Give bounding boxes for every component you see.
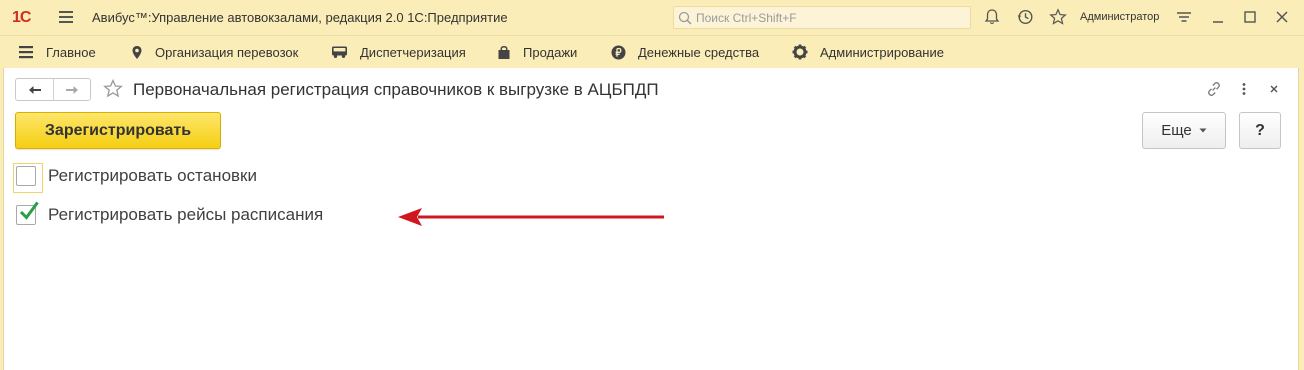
check-mark-icon [19,201,39,220]
location-pin-icon [132,45,142,59]
form-close-icon[interactable] [1265,80,1283,98]
navigation-buttons [15,78,91,101]
minimize-icon[interactable] [1209,8,1229,28]
register-button[interactable]: Зарегистрировать [15,112,221,149]
section-sales[interactable]: Продажи [497,36,577,68]
section-money[interactable]: Денежные средства [611,36,759,68]
arrow-right-icon [66,85,78,94]
user-name[interactable]: Администратор [1080,11,1159,23]
section-label: Организация перевозок [155,44,299,60]
bus-icon [332,46,347,58]
settings-icon[interactable] [1175,8,1195,28]
main-menu-icon[interactable] [59,11,73,23]
section-label: Администрирование [820,44,944,60]
favorites-star-icon[interactable] [1049,8,1069,28]
section-transport-organization[interactable]: Организация перевозок [131,36,298,68]
more-button[interactable]: Еще [1142,112,1226,149]
arrow-left-icon [28,85,41,94]
forward-button[interactable] [53,79,90,100]
more-button-label: Еще [1161,122,1192,139]
checkbox-checked[interactable] [16,201,39,225]
title-bar: 1С Авибус™:Управление автовокзалами, ред… [0,0,1304,35]
section-dispatching[interactable]: Диспетчеризация [331,36,466,68]
form-title: Первоначальная регистрация справочников … [133,80,659,99]
favorite-star-icon[interactable] [103,79,123,99]
shopping-bag-icon [498,45,510,59]
bell-icon[interactable] [983,8,1003,28]
maximize-icon[interactable] [1241,8,1261,28]
more-actions-icon[interactable] [1235,80,1253,98]
history-icon[interactable] [1016,8,1036,28]
section-label: Продажи [523,44,578,60]
search-input[interactable] [696,10,966,25]
search-icon [678,11,692,25]
checkbox-register-stops[interactable]: Регистрировать остановки [13,163,257,193]
checkbox-unchecked[interactable] [13,163,43,193]
form-window: Первоначальная регистрация справочников … [3,68,1299,370]
checkbox-register-schedule-trips[interactable]: Регистрировать рейсы расписания [16,201,324,226]
checkbox-label: Регистрировать остановки [48,166,257,185]
focus-frame [13,163,43,193]
checkbox-label: Регистрировать рейсы расписания [48,205,324,224]
annotation-arrow-icon [398,208,664,226]
ruble-icon [611,45,626,59]
search-box[interactable] [673,6,971,29]
menu-icon [19,46,33,59]
chevron-down-icon [1199,128,1207,133]
section-label: Денежные средства [638,44,760,60]
back-button[interactable] [16,79,53,100]
app-logo: 1С [12,9,31,26]
section-main[interactable]: Главное [18,36,96,68]
section-administration[interactable]: Администрирование [792,36,944,68]
section-label: Диспетчеризация [360,44,466,60]
gear-icon [792,44,808,60]
help-button[interactable]: ? [1239,112,1281,149]
app-title: Авибус™:Управление автовокзалами, редакц… [92,10,508,25]
close-icon[interactable] [1273,8,1293,28]
sections-panel: Главное Организация перевозок Диспетчери… [0,35,1304,68]
link-icon[interactable] [1205,80,1223,98]
section-label: Главное [46,44,96,60]
